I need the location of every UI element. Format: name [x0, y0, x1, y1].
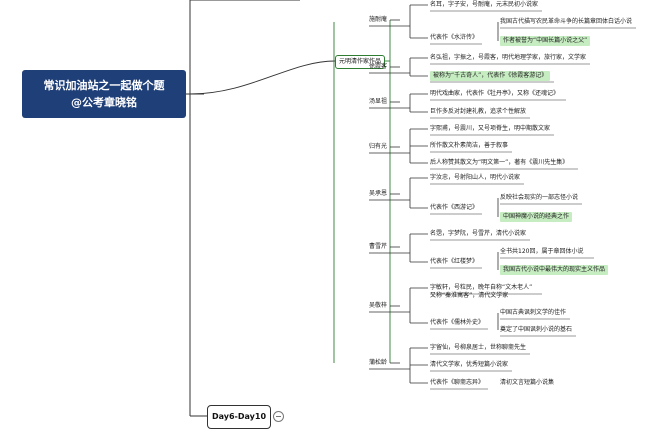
branch-connector — [189, 60, 336, 95]
sub-node[interactable]: 全书共120回，属于章回体小说 — [500, 247, 583, 257]
item-node[interactable]: 名弘祖，字振之，号霞客，明代地理学家，旅行家，文学家 — [430, 53, 586, 63]
item-node[interactable]: 字熙甫，号震川，又号项脊生，明中期散文家 — [430, 124, 550, 134]
item-node[interactable]: 字汝忠，号射阳山人，明代小说家 — [430, 173, 520, 183]
sub-node[interactable]: 我国古代小说中最伟大的现实主义作品 — [500, 265, 609, 275]
root-author: @公考章晓铭 — [71, 96, 137, 109]
sub-node[interactable]: 奠定了中国讽刺小说的基石 — [500, 325, 572, 335]
item-node[interactable]: 代表作《红楼梦》 — [430, 257, 478, 267]
author-node-wujingzi[interactable]: 吴敬梓 — [369, 301, 387, 311]
item-node-line2[interactable]: 又称“秦淮寓客”，清代文学家 — [430, 291, 508, 301]
sub-node[interactable]: 中国古典讽刺文学的佳作 — [500, 308, 566, 318]
day-node[interactable]: Day6-Day10 — [207, 405, 271, 429]
item-node[interactable]: 代表作《西游记》 — [430, 203, 478, 213]
item-node[interactable]: 代表作《儒林外史》 — [430, 318, 484, 328]
author-node-guiyouguang[interactable]: 归有光 — [369, 142, 387, 152]
author-node-tangxianzu[interactable]: 汤显祖 — [369, 97, 387, 107]
item-node[interactable]: 名霑，字梦阮，号雪芹，清代小说家 — [430, 229, 526, 239]
item-node[interactable]: 名耳，字子安，号耐庵，元末民初小说家 — [430, 0, 538, 10]
item-node[interactable]: 后人称赞其散文为“明文第一”，著有《震川先生集》 — [430, 158, 568, 168]
root-node[interactable]: 常识加油站之一起做个题 @公考章晓铭 — [22, 70, 186, 118]
item-node[interactable]: 所作散文朴素简洁，善于叙事 — [430, 141, 508, 151]
author-node-caoxueqin[interactable]: 曹雪芹 — [369, 242, 387, 252]
sub-node[interactable]: 作者被誉为“中国长篇小说之父” — [500, 36, 591, 46]
item-node[interactable]: 明代戏曲家，代表作《牡丹亭》，又称《还魂记》 — [430, 89, 559, 99]
item-node[interactable]: 被称为“千古奇人”，代表作《徐霞客游记》 — [430, 71, 551, 81]
item-node[interactable]: 代表作《水浒传》 — [430, 33, 478, 43]
item-node[interactable]: 代表作《聊斋志异》 — [430, 378, 484, 388]
sub-node[interactable]: 我国古代描写农民革命斗争的长篇章回体白话小说 — [500, 17, 632, 27]
item-node[interactable]: 字留仙，号柳泉居士，世称聊斋先生 — [430, 343, 526, 353]
author-node-shinaian[interactable]: 施耐庵 — [369, 15, 387, 25]
sub-node[interactable]: 反映社会现实的一部志怪小说 — [500, 193, 578, 203]
sub-node[interactable]: 清初文言短篇小说集 — [500, 378, 554, 388]
item-node[interactable]: 清代文学家，优秀短篇小说家 — [430, 360, 508, 370]
sub-node[interactable]: 中国神魔小说的经典之作 — [500, 212, 573, 222]
author-node-xulinglong[interactable]: 徐霞客 — [369, 62, 387, 72]
root-title: 常识加油站之一起做个题 — [43, 79, 165, 92]
item-node[interactable]: 巨作多反对封建礼教，追求个性解放 — [430, 107, 526, 117]
mind-map-canvas: 常识加油站之一起做个题 @公考章晓铭 元明清作家作品 Day6-Day10 施耐… — [0, 0, 660, 438]
collapse-toggle-icon[interactable] — [273, 411, 284, 422]
author-node-pusongling[interactable]: 蒲松龄 — [369, 358, 387, 368]
author-node-wuchengen[interactable]: 吴承恩 — [369, 189, 387, 199]
